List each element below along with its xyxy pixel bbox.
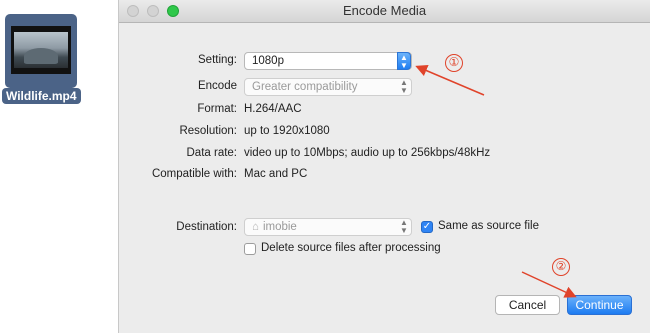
arrow-to-setting bbox=[415, 64, 485, 96]
arrow-to-continue bbox=[521, 271, 577, 298]
annotation-arrows bbox=[415, 64, 577, 298]
